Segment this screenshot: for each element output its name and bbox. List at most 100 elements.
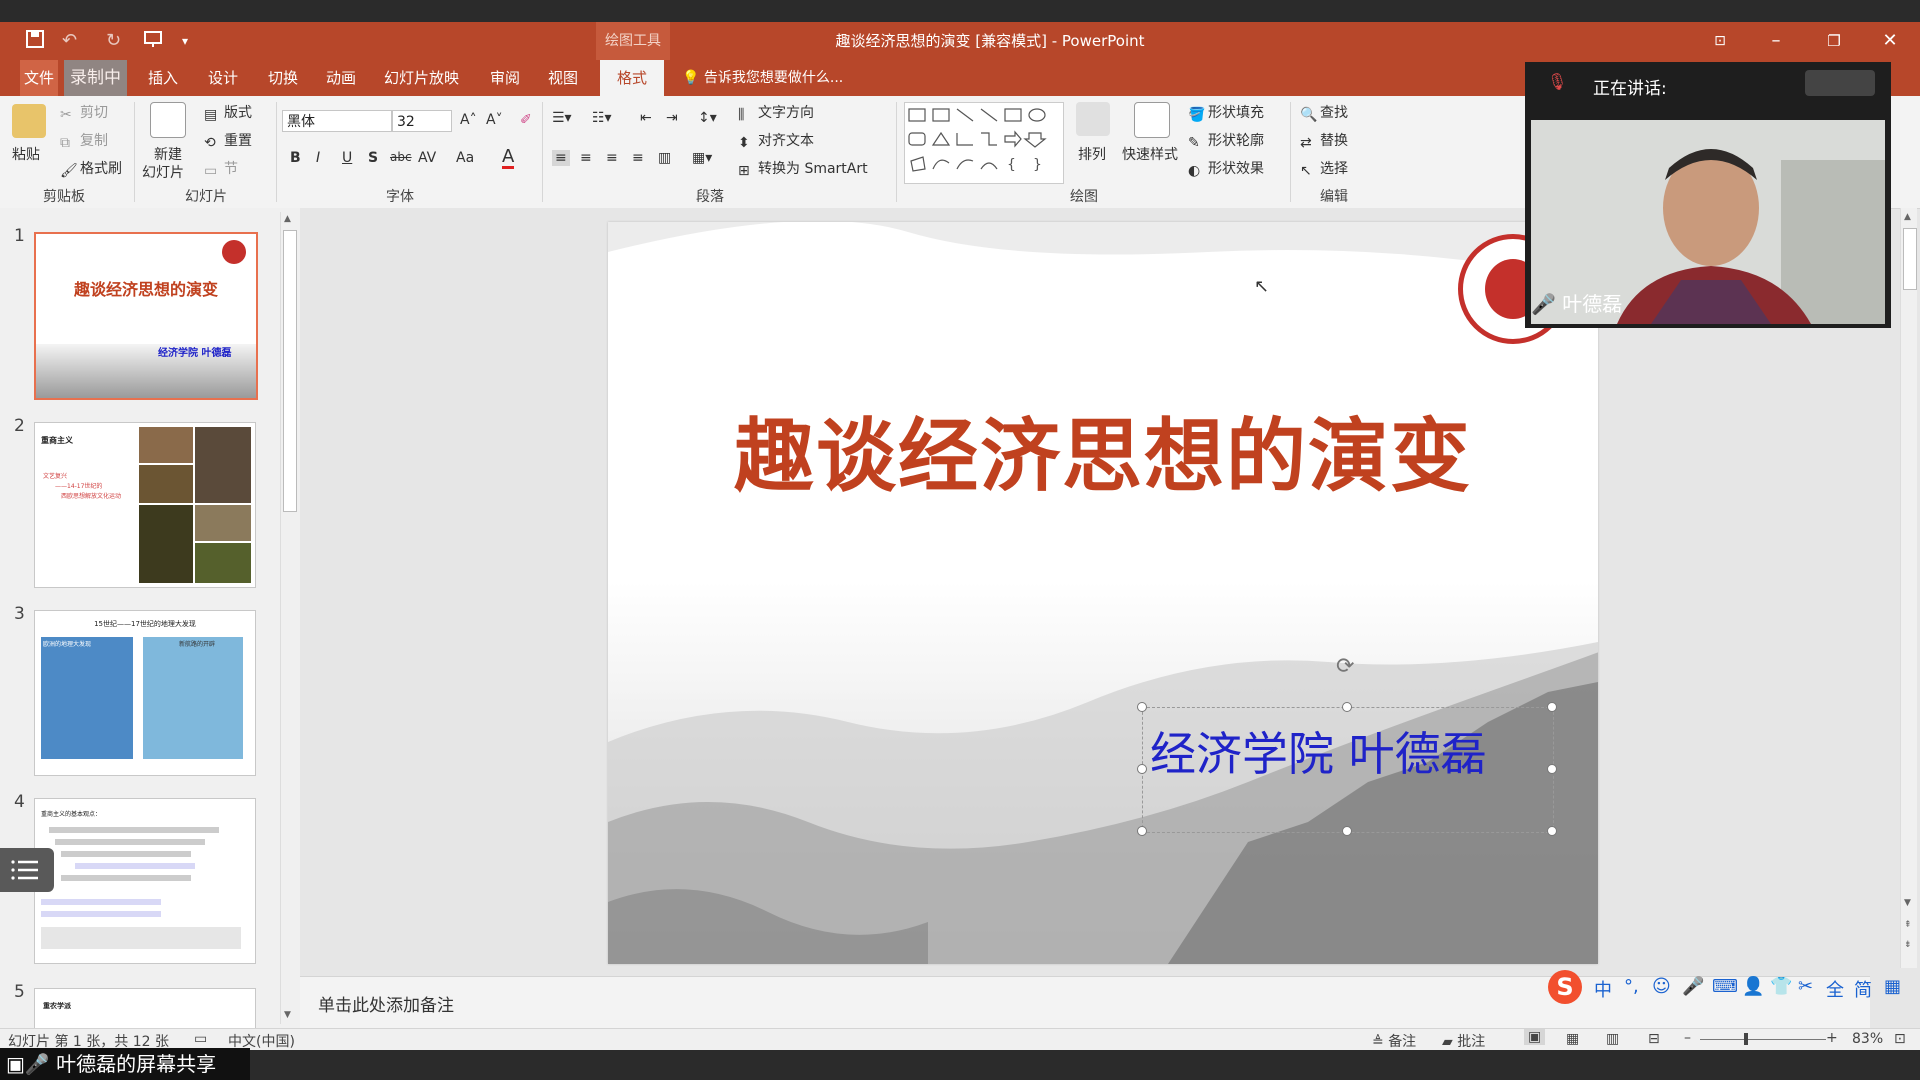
shapes-gallery[interactable]: {} (904, 102, 1064, 184)
align-text-button[interactable]: ⬍ 对齐文本 (738, 130, 814, 151)
sogou-logo[interactable]: S (1548, 970, 1582, 1004)
font-name-select[interactable]: 黑体 (282, 110, 392, 132)
distribute-icon[interactable]: ▥ (658, 150, 671, 166)
comments-toggle[interactable]: ▰ 批注 (1442, 1031, 1485, 1051)
outline-toggle-button[interactable] (0, 848, 54, 892)
numbering-icon[interactable]: ☷▾ (592, 110, 612, 126)
tab-recording[interactable]: 录制中 (64, 60, 127, 96)
slide-thumbnail-2[interactable]: 重商主义 文艺复兴 ——14-17世纪的 西欧思想解放文化运动 (34, 422, 256, 588)
zoom-level[interactable]: 83% (1852, 1031, 1883, 1047)
new-slide-label-2[interactable]: 幻灯片 (142, 162, 184, 182)
quick-styles-icon[interactable] (1134, 102, 1170, 138)
previous-slide-icon[interactable]: ⇞ (1904, 920, 1912, 930)
ime-tools-icon[interactable]: ✂ (1798, 976, 1813, 997)
slide-title[interactable]: 趣谈经济思想的演变 (608, 392, 1598, 508)
resize-handle[interactable] (1547, 826, 1557, 836)
zoom-slider-thumb[interactable] (1744, 1033, 1748, 1045)
grow-font-icon[interactable]: A˄ (460, 112, 477, 128)
justify-icon[interactable]: ≡ (632, 150, 644, 166)
character-spacing-button[interactable]: AV (418, 150, 436, 166)
ime-keyboard-icon[interactable]: ⌨ (1712, 976, 1738, 997)
bold-button[interactable]: B (290, 150, 301, 166)
slide-thumbnail-4[interactable]: 重商主义的基本观点： (34, 798, 256, 964)
zoom-slider[interactable] (1700, 1033, 1826, 1045)
slide-thumbnail-3[interactable]: 15世纪——17世纪的地理大发现 欧洲的地理大发现 新航路的开辟 (34, 610, 256, 776)
new-slide-label-1[interactable]: 新建 (154, 144, 182, 164)
minimize-icon[interactable]: – (1748, 22, 1804, 60)
align-right-icon[interactable]: ≡ (606, 150, 618, 166)
reading-view-icon[interactable]: ▥ (1606, 1031, 1619, 1047)
zoom-out-icon[interactable]: – (1684, 1030, 1691, 1046)
italic-button[interactable]: I (316, 150, 320, 166)
resize-handle[interactable] (1547, 764, 1557, 774)
strikethrough-button[interactable]: abc (390, 150, 412, 164)
scroll-up-icon[interactable]: ▲ (1904, 212, 1911, 222)
slide-thumbnail-5[interactable]: 重农学派 (34, 988, 256, 1030)
ime-chinese-toggle[interactable]: 中 (1594, 976, 1612, 1002)
arrange-button[interactable]: 排列 (1078, 144, 1106, 164)
ime-fullwidth-toggle[interactable]: 全 (1826, 976, 1844, 1002)
restore-icon[interactable]: ❐ (1806, 22, 1862, 60)
layout-button[interactable]: ▤ 版式 (204, 102, 252, 123)
notes-toggle[interactable]: ≜ 备注 (1372, 1031, 1416, 1051)
text-direction-button[interactable]: ⫼ 文字方向 (738, 102, 814, 123)
next-slide-icon[interactable]: ⇟ (1904, 940, 1912, 950)
save-icon[interactable] (26, 30, 44, 53)
spellcheck-icon[interactable]: ▭ (194, 1031, 207, 1047)
change-case-button[interactable]: Aa (456, 150, 474, 166)
resize-handle[interactable] (1137, 702, 1147, 712)
font-color-button[interactable]: A (502, 148, 515, 169)
paste-icon[interactable] (12, 104, 46, 138)
thumbnail-scrollbar[interactable]: ▲ ▼ (280, 212, 297, 1024)
fit-to-window-icon[interactable]: ⊡ (1894, 1031, 1906, 1047)
ime-skin-icon[interactable]: 👕 (1770, 976, 1792, 997)
underline-button[interactable]: U (342, 150, 352, 166)
ime-simplified-toggle[interactable]: 简 (1854, 976, 1872, 1002)
resize-handle[interactable] (1137, 826, 1147, 836)
scrollbar-thumb[interactable] (1903, 228, 1917, 290)
ime-user-icon[interactable]: 👤 (1742, 976, 1764, 997)
align-center-icon[interactable]: ≡ (580, 150, 592, 166)
shape-effects-button[interactable]: ◐ 形状效果 (1188, 158, 1264, 179)
redo-icon[interactable]: ↻ (106, 30, 121, 51)
tab-slideshow[interactable]: 幻灯片放映 (384, 60, 459, 96)
tab-animations[interactable]: 动画 (326, 60, 356, 96)
zoom-in-icon[interactable]: + (1826, 1030, 1838, 1046)
tab-insert[interactable]: 插入 (148, 60, 178, 96)
quick-styles-button[interactable]: 快速样式 (1122, 144, 1178, 164)
arrange-icon[interactable] (1076, 102, 1110, 136)
paste-button[interactable]: 粘贴 (12, 144, 40, 164)
line-spacing-icon[interactable]: ↕▾ (698, 110, 717, 126)
decrease-indent-icon[interactable]: ⇤ (640, 110, 652, 126)
editor-scrollbar[interactable]: ▲ ▼ ⇞ ⇟ (1900, 208, 1917, 968)
scrollbar-thumb[interactable] (283, 230, 297, 512)
shadow-button[interactable]: S (368, 150, 378, 166)
ime-emoji-icon[interactable]: ☺ (1652, 976, 1671, 997)
cut-button[interactable]: ✂ 剪切 (60, 102, 108, 123)
bullets-icon[interactable]: ☰▾ (552, 110, 572, 126)
present-icon[interactable] (144, 30, 164, 53)
tab-transitions[interactable]: 切换 (268, 60, 298, 96)
font-size-select[interactable]: 32 (392, 110, 452, 132)
reset-button[interactable]: ⟲ 重置 (204, 130, 252, 151)
select-button[interactable]: ↖ 选择 (1300, 158, 1348, 179)
find-button[interactable]: 🔍 查找 (1300, 102, 1348, 123)
scroll-down-icon[interactable]: ▼ (284, 1010, 291, 1020)
scroll-up-icon[interactable]: ▲ (284, 214, 291, 224)
tell-me-box[interactable]: 💡 告诉我您想要做什么... (682, 60, 843, 96)
section-button[interactable]: ▭ 节 (204, 158, 238, 179)
ime-menu-icon[interactable]: ▦ (1884, 976, 1901, 997)
slideshow-view-icon[interactable]: ⊟ (1648, 1031, 1660, 1047)
slide-thumbnail-1[interactable]: 趣谈经济思想的演变 经济学院 叶德磊 (34, 232, 258, 400)
ime-punctuation-toggle[interactable]: °, (1624, 976, 1639, 997)
resize-handle[interactable] (1342, 702, 1352, 712)
close-icon[interactable]: ✕ (1862, 22, 1918, 60)
slide-subtitle[interactable]: 经济学院 叶德磊 (1150, 718, 1487, 784)
tab-view[interactable]: 视图 (548, 60, 578, 96)
tab-design[interactable]: 设计 (208, 60, 238, 96)
ime-voice-icon[interactable]: 🎤 (1682, 976, 1704, 997)
tab-format[interactable]: 格式 (600, 60, 664, 96)
rotate-handle-icon[interactable]: ⟳ (1336, 654, 1354, 679)
ribbon-display-icon[interactable]: ⊡ (1692, 22, 1748, 60)
normal-view-icon[interactable]: ▣ (1524, 1029, 1546, 1045)
